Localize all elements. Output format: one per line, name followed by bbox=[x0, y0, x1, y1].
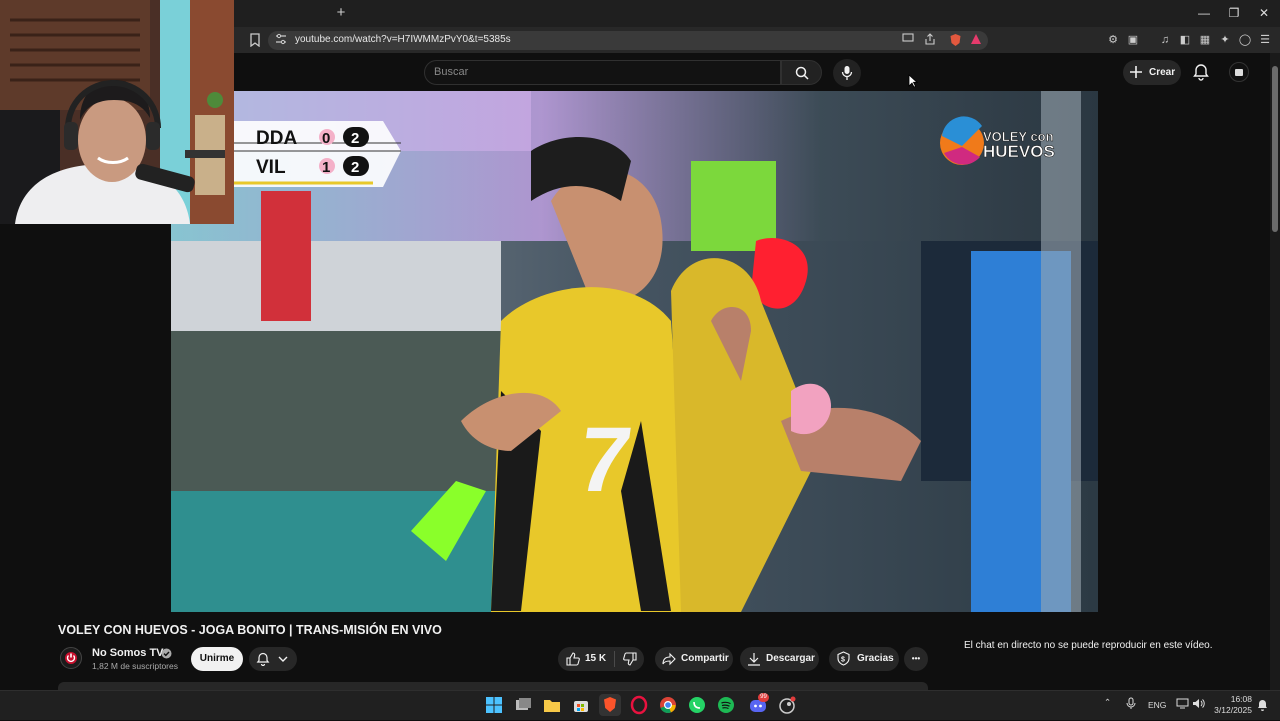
wallet-icon[interactable]: ▣ bbox=[1126, 33, 1140, 47]
chevron-down-icon bbox=[278, 656, 288, 662]
new-tab-button[interactable]: + bbox=[333, 4, 349, 22]
vpn-icon[interactable]: ◯ bbox=[1238, 33, 1252, 47]
more-actions-button[interactable]: ••• bbox=[904, 647, 928, 671]
whatsapp-icon[interactable] bbox=[686, 694, 708, 716]
leo-ai-icon[interactable]: ✦ bbox=[1218, 33, 1232, 47]
channel-avatar[interactable] bbox=[60, 647, 82, 669]
live-chat-notice: El chat en directo no se puede reproduci… bbox=[964, 640, 1213, 651]
page-scrollbar-thumb[interactable] bbox=[1272, 66, 1278, 232]
verified-check-icon bbox=[161, 648, 172, 659]
discord-notification-badge: 99 bbox=[758, 693, 769, 702]
team-1-sets: 0 bbox=[322, 130, 330, 147]
webcam-overlay bbox=[0, 0, 234, 224]
account-avatar[interactable] bbox=[1229, 62, 1249, 82]
scoreboard: DDA 0 2 VIL 1 2 bbox=[233, 121, 401, 187]
team-1-points: 2 bbox=[351, 130, 359, 147]
download-icon bbox=[748, 653, 760, 666]
voice-search-button[interactable] bbox=[833, 59, 861, 87]
team-2-sets: 1 bbox=[322, 159, 330, 176]
subscription-notifications-button[interactable] bbox=[249, 647, 297, 671]
power-logo-icon bbox=[65, 652, 77, 664]
store-icon[interactable] bbox=[570, 694, 592, 716]
search-input[interactable] bbox=[424, 60, 781, 85]
task-view-icon[interactable] bbox=[512, 694, 534, 716]
like-button[interactable]: 15 K bbox=[558, 647, 614, 671]
share-page-icon[interactable] bbox=[923, 33, 937, 47]
bookmark-icon[interactable] bbox=[248, 33, 262, 48]
brave-browser-icon[interactable] bbox=[599, 694, 621, 716]
notifications-bell-icon[interactable] bbox=[1192, 63, 1210, 81]
channel-name[interactable]: No Somos TV bbox=[92, 647, 164, 659]
brave-rewards-icon[interactable] bbox=[969, 33, 983, 47]
cast-icon[interactable] bbox=[901, 33, 915, 47]
search-placeholder: Buscar bbox=[434, 66, 469, 78]
media-controls-icon[interactable]: ♫ bbox=[1158, 33, 1172, 47]
logo-line-2: HUEVOS bbox=[983, 142, 1055, 161]
team-2-points: 2 bbox=[351, 159, 359, 176]
plus-icon bbox=[1130, 66, 1142, 78]
thumbs-down-icon bbox=[623, 652, 637, 666]
site-settings-icon[interactable] bbox=[274, 33, 288, 47]
thumbs-up-icon bbox=[566, 652, 580, 666]
clock-date[interactable]: 3/12/2025 bbox=[1212, 705, 1252, 715]
bell-icon bbox=[256, 652, 270, 666]
search-button[interactable] bbox=[781, 60, 822, 85]
close-icon[interactable]: ✕ bbox=[1254, 4, 1274, 22]
network-icon[interactable] bbox=[1176, 698, 1189, 709]
show-hidden-icons-chevron-icon[interactable]: ⌃ bbox=[1104, 697, 1111, 708]
mouse-cursor-icon bbox=[908, 74, 918, 88]
microphone-icon bbox=[841, 66, 853, 80]
video-title: VOLEY CON HUEVOS - JOGA BONITO | TRANS-M… bbox=[58, 623, 442, 637]
file-explorer-icon[interactable] bbox=[541, 694, 563, 716]
input-language[interactable]: ENG bbox=[1148, 700, 1166, 710]
team-2-name: VIL bbox=[256, 157, 286, 178]
restore-icon[interactable]: ❐ bbox=[1224, 4, 1244, 22]
volume-icon[interactable] bbox=[1192, 698, 1205, 709]
minimize-icon[interactable]: — bbox=[1194, 4, 1214, 22]
tray-microphone-icon[interactable] bbox=[1126, 697, 1136, 710]
like-count: 15 K bbox=[585, 653, 607, 664]
super-thanks-icon: $ bbox=[837, 651, 850, 666]
url-text: youtube.com/watch?v=H7IWMMzPvY0&t=5385s bbox=[295, 34, 511, 45]
spotify-icon[interactable] bbox=[715, 694, 737, 716]
description-box-edge[interactable] bbox=[58, 682, 928, 690]
brave-shields-icon[interactable] bbox=[948, 33, 962, 47]
team-1-name: DDA bbox=[256, 128, 297, 149]
chrome-icon[interactable] bbox=[657, 694, 679, 716]
streamer-webcam-image bbox=[0, 0, 234, 224]
sidebar-icon[interactable]: ◧ bbox=[1178, 33, 1192, 47]
svg-text:$: $ bbox=[841, 657, 845, 664]
search-icon bbox=[795, 66, 809, 80]
opera-gx-icon[interactable] bbox=[628, 694, 650, 716]
share-arrow-icon bbox=[662, 652, 676, 666]
video-frame: 7 DDA 0 2 VIL 1 2 VOLEY con HUEVOS bbox=[171, 91, 1098, 612]
steam-icon[interactable] bbox=[776, 694, 798, 716]
notification-center-icon[interactable] bbox=[1257, 699, 1268, 711]
join-button[interactable]: Unirme bbox=[191, 647, 243, 671]
extensions-icon[interactable]: ⚙ bbox=[1106, 33, 1120, 47]
subscriber-count: 1,82 M de suscriptores bbox=[92, 661, 178, 671]
like-divider bbox=[614, 651, 615, 667]
clock-time[interactable]: 16:08 bbox=[1228, 694, 1252, 704]
windows-start-icon[interactable] bbox=[483, 694, 505, 716]
menu-icon[interactable]: ☰ bbox=[1258, 33, 1272, 47]
video-player[interactable]: 7 DDA 0 2 VIL 1 2 VOLEY con HUEVOS bbox=[171, 91, 1098, 612]
dislike-button[interactable] bbox=[616, 647, 644, 671]
wallet-icon-2[interactable]: ▦ bbox=[1198, 33, 1212, 47]
